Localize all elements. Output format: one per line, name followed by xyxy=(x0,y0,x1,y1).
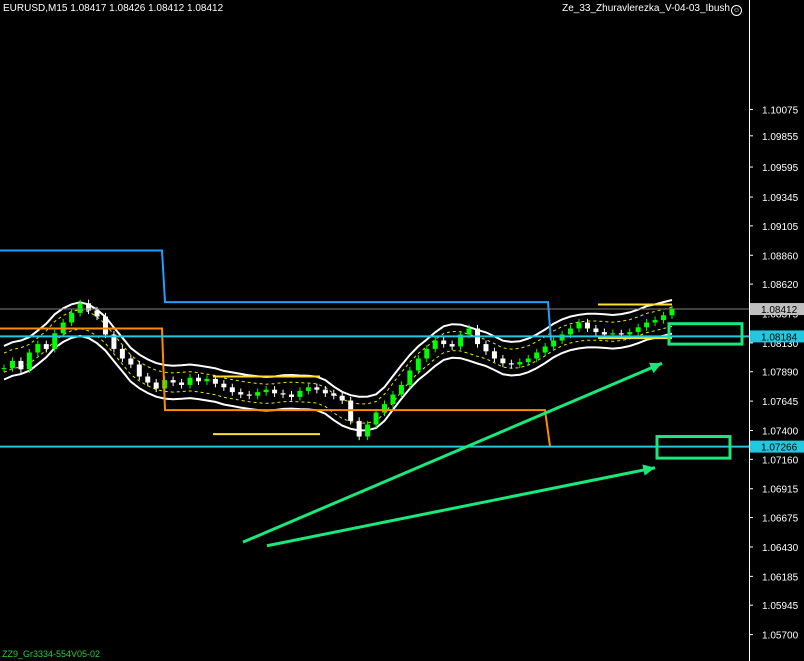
symbol-info: EURUSD,M15 1.08417 1.08426 1.08412 1.084… xyxy=(3,3,224,14)
candle-body xyxy=(212,378,218,384)
candle-body xyxy=(390,394,396,405)
candle-body xyxy=(635,327,641,333)
candle-body xyxy=(508,363,514,365)
candle-body xyxy=(331,393,337,396)
candle-body xyxy=(187,377,193,385)
candle-body xyxy=(627,332,633,335)
candle-body xyxy=(272,389,278,394)
candle-body xyxy=(398,384,404,395)
candle-body xyxy=(610,333,616,335)
candle-body xyxy=(559,334,565,341)
candle-body xyxy=(238,392,244,395)
candle-body xyxy=(542,346,548,353)
y-tick-label: 1.06430 xyxy=(762,543,799,554)
y-tick-label: 1.05700 xyxy=(762,631,799,642)
candle-body xyxy=(424,348,430,359)
candle-body xyxy=(584,322,590,329)
indicator-name: Ze_33_Zhuravlerezka_V-04-03_Ibush xyxy=(562,3,730,14)
candle-body xyxy=(102,316,108,335)
y-tick-label: 1.09595 xyxy=(762,163,799,174)
y-tick-label: 1.07400 xyxy=(762,427,799,438)
candle-body xyxy=(356,420,362,437)
candle-body xyxy=(170,380,176,383)
candle-body xyxy=(229,387,235,393)
indicator-title: Ze_33_Zhuravlerezka_V-04-03_Ibush ☺ xyxy=(562,3,742,16)
candle-body xyxy=(568,328,574,335)
candle-body xyxy=(297,390,303,397)
candle-body xyxy=(119,348,125,359)
y-tick-label: 1.06675 xyxy=(762,514,799,525)
candle-body xyxy=(576,322,582,329)
y-tick-label: 1.09105 xyxy=(762,222,799,233)
candle-body xyxy=(195,377,201,382)
candle-body xyxy=(432,340,438,349)
candle-body xyxy=(601,332,607,335)
candle-body xyxy=(35,344,41,353)
candle-body xyxy=(339,395,345,401)
y-tick-label: 1.10075 xyxy=(762,105,799,116)
y-tick-label: 1.08860 xyxy=(762,251,799,262)
y-tick-label: 1.07645 xyxy=(762,397,799,408)
candle-body xyxy=(18,360,24,370)
candle-body xyxy=(9,360,15,369)
candle-body xyxy=(534,352,540,359)
candle-body xyxy=(69,312,75,323)
candle-body xyxy=(517,362,523,365)
y-tick-label: 1.07160 xyxy=(762,455,799,466)
candle-body xyxy=(77,303,83,313)
candle-body xyxy=(128,358,134,365)
candle-body xyxy=(669,309,675,316)
candle-body xyxy=(382,404,388,413)
current-price-label: 1.08412 xyxy=(761,305,798,316)
candle-body xyxy=(94,310,100,317)
bottom-indicator-note: ZZ9_Gr3334-554V05-02 xyxy=(2,649,101,659)
level-label: 1.08184 xyxy=(761,332,798,343)
candle-body xyxy=(661,315,667,321)
candle-body xyxy=(644,322,650,328)
y-tick-label: 1.06915 xyxy=(762,485,799,496)
candle-body xyxy=(305,387,311,391)
candle-body xyxy=(483,344,489,352)
candle-body xyxy=(407,370,413,385)
candle-body xyxy=(551,340,557,347)
y-tick-label: 1.09855 xyxy=(762,132,799,143)
candle-body xyxy=(26,352,32,370)
candle-body xyxy=(43,344,49,349)
candle-body xyxy=(204,378,210,382)
candle-body xyxy=(255,392,261,396)
candle-body xyxy=(525,358,531,363)
candle-body xyxy=(449,344,455,347)
candle-body xyxy=(373,412,379,425)
candle-body xyxy=(593,328,599,333)
candle-body xyxy=(491,351,497,359)
y-tick-label: 1.07890 xyxy=(762,368,799,379)
candle-body xyxy=(314,387,320,390)
candle-body xyxy=(179,382,185,385)
candle-body xyxy=(280,393,286,395)
candle-body xyxy=(136,364,142,377)
candle-body xyxy=(618,333,624,335)
y-tick-label: 1.09345 xyxy=(762,193,799,204)
smiley-icon[interactable]: ☺ xyxy=(731,5,742,16)
y-tick-label: 1.08620 xyxy=(762,280,799,291)
candle-body xyxy=(1,368,7,370)
candle-body xyxy=(441,340,447,345)
y-tick-label: 1.05945 xyxy=(762,601,799,612)
candle-body xyxy=(145,376,151,383)
candle-body xyxy=(466,328,472,335)
candle-body xyxy=(246,394,252,396)
candle-body xyxy=(500,358,506,364)
level-label: 1.07266 xyxy=(761,443,798,454)
candle-body xyxy=(415,358,421,371)
candle-body xyxy=(221,383,227,388)
candle-body xyxy=(288,394,294,397)
candle-body xyxy=(322,389,328,394)
candle-body xyxy=(153,382,159,389)
candle-body xyxy=(263,389,269,393)
y-tick-label: 1.06185 xyxy=(762,572,799,583)
candle-body xyxy=(652,320,658,323)
candle-body xyxy=(365,424,371,437)
price-chart[interactable]: 1.10075 1.09855 1.09595 1.09345 1.09105 1.088… xyxy=(0,0,804,661)
